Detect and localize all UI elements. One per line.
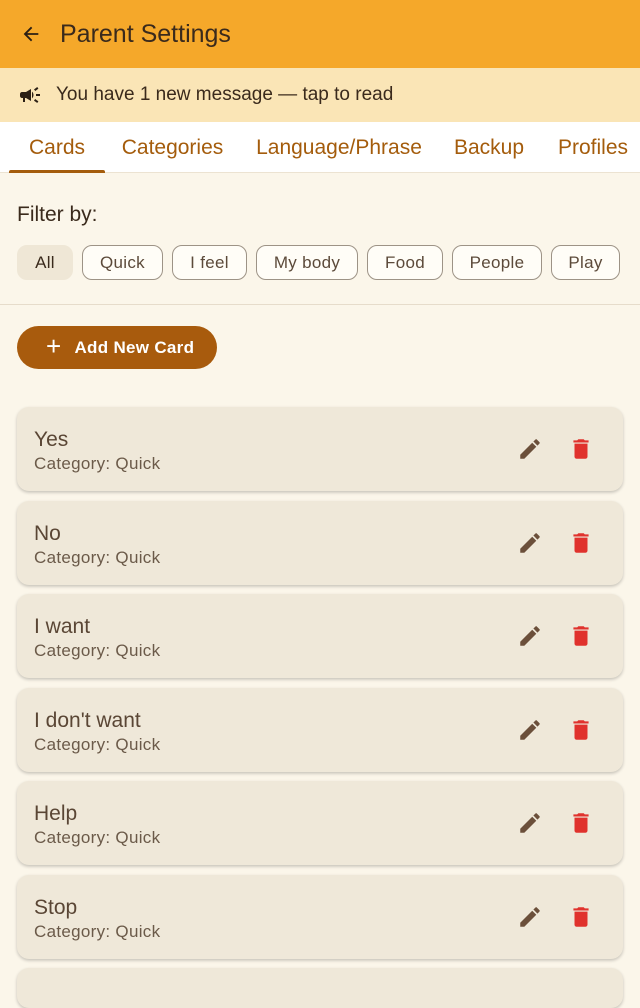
card-title: Yes [34, 428, 69, 451]
tab-bar: Cards Categories Language/Phrase Backup … [0, 122, 640, 173]
card-title: I don't want [34, 709, 141, 732]
card-item: I don't want Category: Quick [17, 688, 623, 772]
edit-icon[interactable] [517, 623, 543, 649]
banner-text: You have 1 new message — tap to read [56, 84, 394, 105]
tab-backup[interactable]: Backup [443, 122, 535, 173]
edit-icon[interactable] [517, 904, 543, 930]
card-item: I want Category: Quick [17, 594, 623, 678]
add-new-card-button[interactable]: + Add New Card [17, 326, 217, 369]
delete-icon[interactable] [568, 623, 594, 649]
chip-people[interactable]: People [452, 245, 542, 280]
edit-icon[interactable] [517, 810, 543, 836]
card-category: Category: Quick [34, 454, 161, 473]
card-item: No Category: Quick [17, 501, 623, 585]
card-title: Stop [34, 896, 78, 919]
filter-chips: All Quick I feel My body Food People Pla… [0, 245, 640, 280]
card-title: No [34, 522, 61, 545]
delete-icon[interactable] [568, 717, 594, 743]
edit-icon[interactable] [517, 717, 543, 743]
app-bar: Parent Settings [0, 0, 640, 68]
chip-i-feel[interactable]: I feel [172, 245, 247, 280]
tab-language-phrase[interactable]: Language/Phrase [246, 122, 432, 173]
tab-profiles[interactable]: Profiles [546, 122, 640, 173]
chip-play[interactable]: Play [551, 245, 620, 280]
megaphone-icon [20, 87, 40, 103]
card-item: Help Category: Quick [17, 781, 623, 865]
page-title: Parent Settings [60, 19, 231, 48]
delete-icon[interactable] [568, 904, 594, 930]
arrow-left-icon [23, 26, 39, 42]
card-category: Category: Quick [34, 922, 161, 941]
card-item-partial [17, 968, 623, 1008]
card-category: Category: Quick [34, 641, 161, 660]
edit-icon[interactable] [517, 436, 543, 462]
divider [0, 304, 640, 305]
chip-food[interactable]: Food [367, 245, 443, 280]
tab-categories[interactable]: Categories [109, 122, 236, 173]
tab-cards[interactable]: Cards [9, 122, 105, 173]
card-category: Category: Quick [34, 735, 161, 754]
edit-icon[interactable] [517, 530, 543, 556]
message-banner[interactable]: You have 1 new message — tap to read [0, 68, 640, 122]
delete-icon[interactable] [568, 530, 594, 556]
filter-label: Filter by: [17, 203, 98, 226]
delete-icon[interactable] [568, 810, 594, 836]
back-button[interactable] [18, 21, 44, 47]
card-title: Help [34, 802, 78, 825]
chip-quick[interactable]: Quick [82, 245, 163, 280]
chip-my-body[interactable]: My body [256, 245, 358, 280]
delete-icon[interactable] [568, 436, 594, 462]
card-title: I want [34, 615, 91, 638]
chip-all[interactable]: All [17, 245, 73, 280]
card-category: Category: Quick [34, 828, 161, 847]
card-item: Stop Category: Quick [17, 875, 623, 959]
card-item: Yes Category: Quick [17, 407, 623, 491]
plus-icon: + [46, 331, 62, 361]
add-new-card-label: Add New Card [74, 337, 195, 357]
card-category: Category: Quick [34, 548, 161, 567]
